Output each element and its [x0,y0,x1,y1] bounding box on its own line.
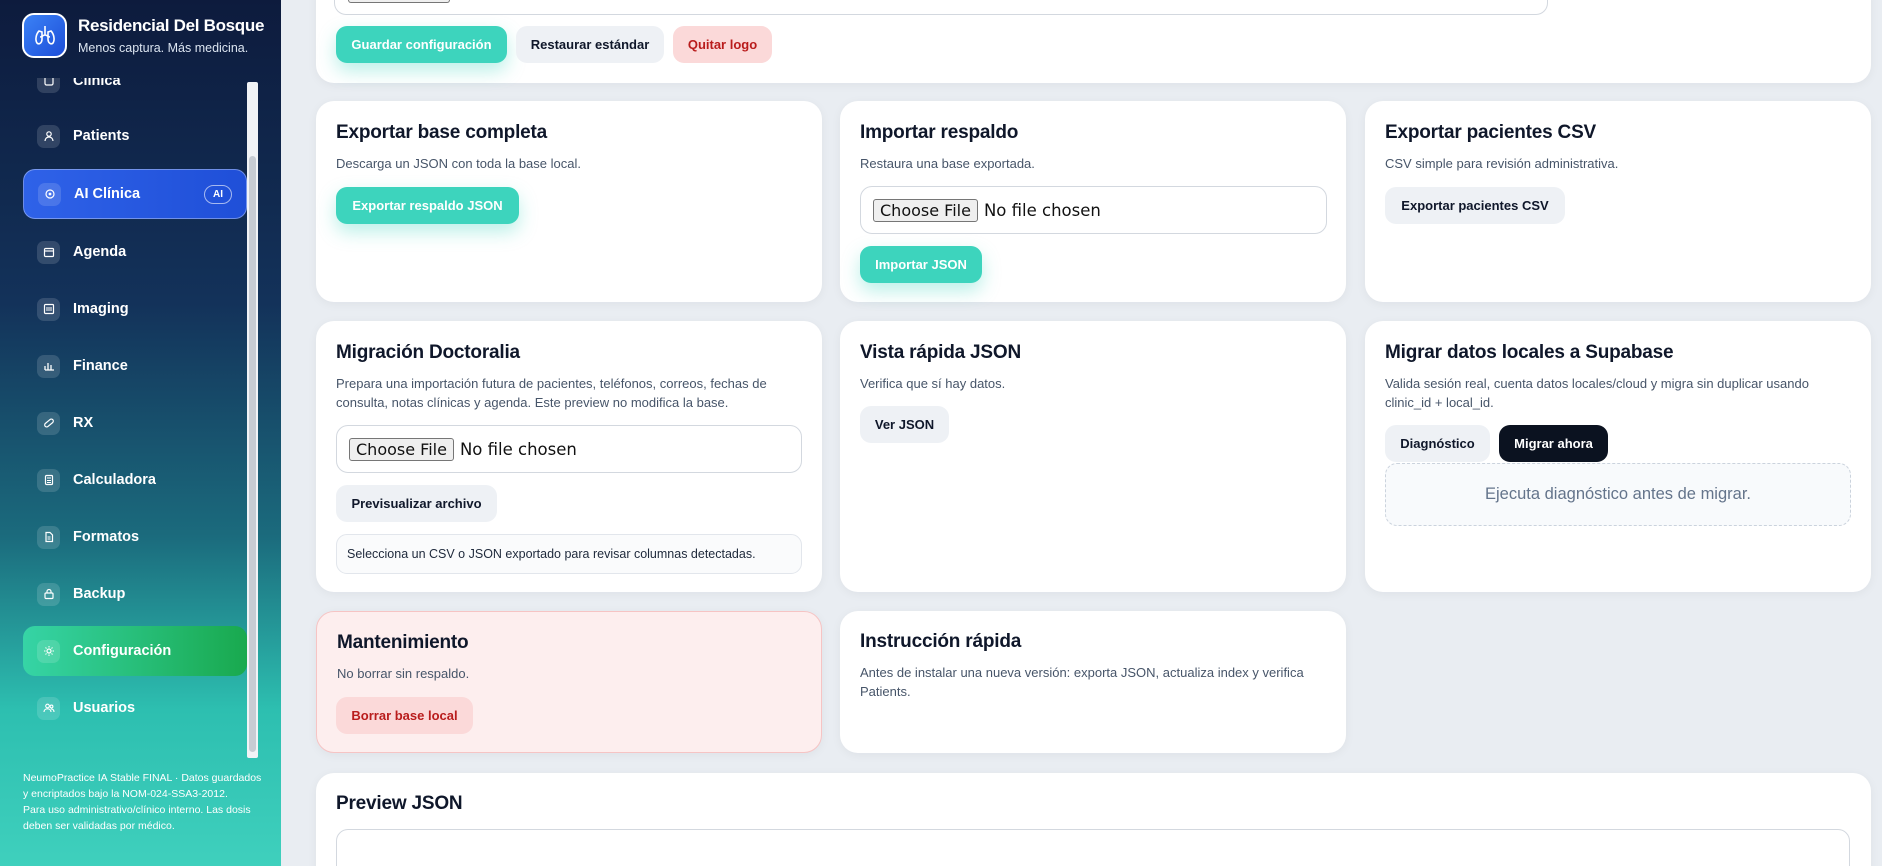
card-title: Migrar datos locales a Supabase [1385,342,1674,363]
sidebar-item-label: Formatos [73,529,140,545]
sidebar-item-label: AI Clínica [74,186,141,202]
ai-badge: AI [204,185,232,204]
sidebar-item-label: Usuarios [73,700,136,716]
users-icon [37,696,60,720]
sidebar-item-label: RX [73,415,94,431]
sidebar-item-label: Configuración [73,643,172,659]
export-full-card: Exportar base completa Descarga un JSON … [316,101,822,302]
card-description: CSV simple para revisión administrativa. [1385,156,1619,171]
sidebar-footer: NeumoPractice IA Stable FINAL · Datos gu… [23,770,263,834]
maintenance-card: Mantenimiento No borrar sin respaldo. Bo… [316,611,822,753]
sidebar-item-ai-clinica[interactable]: AI Clínica AI [23,169,247,219]
card-description: Prepara una importación futura de pacien… [336,376,767,410]
supabase-card: Migrar datos locales a Supabase Valida s… [1365,321,1871,592]
logo-file-button[interactable] [348,0,450,3]
preview-json-card: Preview JSON [316,773,1871,866]
card-description: Descarga un JSON con toda la base local. [336,156,581,171]
sidebar-item-label: Agenda [73,244,127,260]
json-preview-area[interactable] [336,829,1850,866]
sidebar-item-clinica[interactable]: Clínica [23,78,247,106]
restore-default-button[interactable]: Restaurar estándar [516,26,664,63]
brand-title: Residencial Del Bosque [78,16,265,35]
remove-logo-button[interactable]: Quitar logo [673,26,772,63]
export-csv-button[interactable]: Exportar pacientes CSV [1385,187,1565,224]
sidebar-item-label: Imaging [73,301,129,317]
sidebar-item-imaging[interactable]: Imaging [23,284,247,334]
export-json-button[interactable]: Exportar respaldo JSON [336,187,519,224]
card-title: Exportar pacientes CSV [1385,122,1597,143]
file-status: No file chosen [459,439,577,459]
clinic-icon [37,78,60,93]
gear-icon [37,639,60,663]
sidebar-item-label: Clínica [73,78,121,89]
patient-icon [37,124,60,148]
doctoralia-card: Migración Doctoralia Prepara una importa… [316,321,822,592]
view-json-button[interactable]: Ver JSON [860,406,949,443]
calendar-icon [37,240,60,264]
sidebar-item-formatos[interactable]: Formatos [23,512,247,562]
card-title: Importar respaldo [860,122,1019,143]
file-status: No file chosen [983,200,1101,220]
migrate-now-button[interactable]: Migrar ahora [1499,425,1608,462]
brand-subtitle: Menos captura. Más medicina. [78,41,249,55]
import-file-input[interactable]: Choose File No file chosen [860,186,1327,234]
card-title: Mantenimiento [337,632,469,653]
document-icon [37,525,60,549]
brand: Residencial Del Bosque Menos captura. Má… [22,13,264,58]
card-title: Migración Doctoralia [336,342,520,363]
delete-local-db-button[interactable]: Borrar base local [336,697,473,734]
doctoralia-info: Selecciona un CSV o JSON exportado para … [336,534,802,574]
sidebar-item-usuarios[interactable]: Usuarios [23,683,247,733]
choose-file-button[interactable]: Choose File [349,437,454,461]
card-title: Vista rápida JSON [860,342,1021,363]
finance-icon [37,354,60,378]
preview-file-button[interactable]: Previsualizar archivo [336,485,497,522]
sidebar: Residencial Del Bosque Menos captura. Má… [0,0,281,866]
sidebar-item-finance[interactable]: Finance [23,341,247,391]
card-description: Verifica que sí hay datos. [860,376,1006,391]
card-description: Antes de instalar una nueva versión: exp… [860,665,1304,699]
quick-view-card: Vista rápida JSON Verifica que sí hay da… [840,321,1346,592]
sidebar-nav: Clínica Patients AI Clínica AI Agenda Im… [23,78,247,755]
sidebar-item-calculadora[interactable]: Calculadora [23,455,247,505]
sidebar-item-agenda[interactable]: Agenda [23,227,247,277]
card-description: No borrar sin respaldo. [337,666,470,681]
sidebar-item-backup[interactable]: Backup [23,569,247,619]
sidebar-item-label: Backup [73,586,126,602]
lungs-logo-icon [22,13,67,58]
sidebar-item-patients[interactable]: Patients [23,111,247,161]
sidebar-item-label: Finance [73,358,128,374]
import-backup-card: Importar respaldo Restaura una base expo… [840,101,1346,302]
sidebar-item-rx[interactable]: RX [23,398,247,448]
settings-card: Guardar configuración Restaurar estándar… [316,0,1871,83]
calculator-icon [37,468,60,492]
save-config-button[interactable]: Guardar configuración [336,26,507,63]
footer-line-1: NeumoPractice IA Stable FINAL · Datos gu… [23,772,262,800]
footer-line-2: Para uso administrativo/clínico interno.… [23,804,251,832]
sidebar-item-label: Calculadora [73,472,156,488]
card-title: Preview JSON [336,793,463,814]
quick-instructions-card: Instrucción rápida Antes de instalar una… [840,611,1346,753]
scrollbar-thumb[interactable] [249,156,256,752]
card-description: Valida sesión real, cuenta datos locales… [1385,376,1809,410]
diagnostic-button[interactable]: Diagnóstico [1385,425,1490,462]
export-csv-card: Exportar pacientes CSV CSV simple para r… [1365,101,1871,302]
ai-icon [38,182,61,206]
backup-icon [37,582,60,606]
card-description: Restaura una base exportada. [860,156,1035,171]
settings-input[interactable] [334,0,1548,15]
card-title: Instrucción rápida [860,631,1022,652]
sidebar-item-configuracion[interactable]: Configuración [23,626,247,676]
card-title: Exportar base completa [336,122,548,143]
sidebar-scrollbar[interactable] [247,82,258,758]
doctoralia-file-input[interactable]: Choose File No file chosen [336,425,802,473]
choose-file-button[interactable]: Choose File [873,198,978,222]
sidebar-item-label: Patients [73,128,130,144]
image-icon [37,297,60,321]
migration-status: Ejecuta diagnóstico antes de migrar. [1385,463,1851,526]
pill-icon [37,411,60,435]
import-json-button[interactable]: Importar JSON [860,246,982,283]
